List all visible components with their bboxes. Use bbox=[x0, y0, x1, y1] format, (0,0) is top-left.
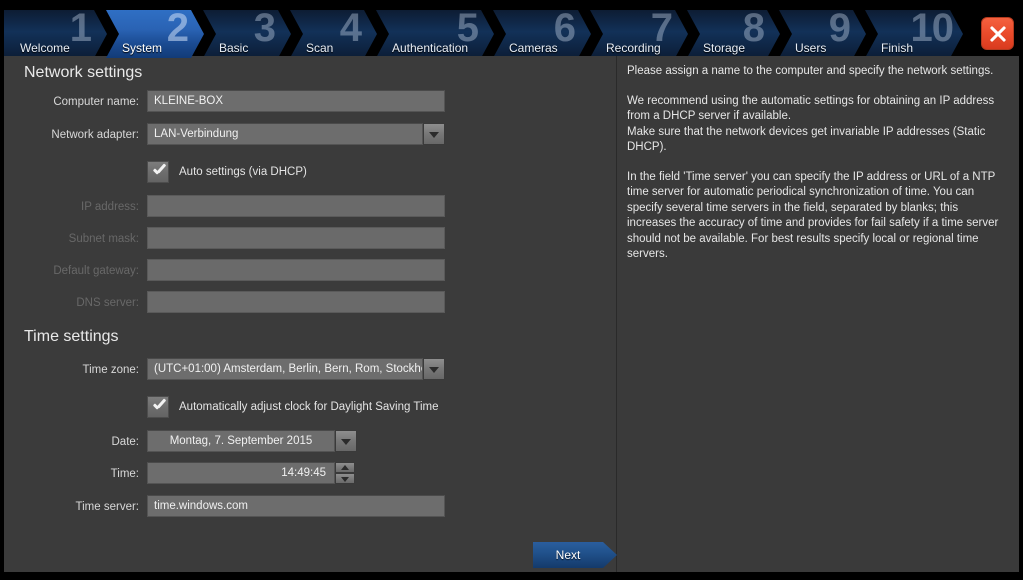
wizard-step-number: 8 bbox=[742, 10, 764, 50]
default-gateway-label: Default gateway: bbox=[53, 265, 139, 277]
subnet-mask-input bbox=[147, 227, 445, 249]
ip-address-label: IP address: bbox=[81, 201, 139, 213]
wizard-step-label: Recording bbox=[606, 41, 661, 55]
computer-name-label: Computer name: bbox=[53, 96, 139, 108]
dns-server-row: DNS server: bbox=[4, 291, 617, 315]
help-pane: Please assign a name to the computer and… bbox=[617, 56, 1019, 572]
wizard-step-scan[interactable]: 4 Scan bbox=[290, 10, 377, 58]
wizard-step-label: System bbox=[122, 41, 163, 55]
help-paragraph: Please assign a name to the computer and… bbox=[627, 65, 994, 77]
computer-name-row: Computer name: KLEINE-BOX bbox=[4, 90, 617, 114]
dst-label: Automatically adjust clock for Daylight … bbox=[179, 401, 439, 413]
dns-server-input bbox=[147, 291, 445, 313]
wizard-step-number: 1 bbox=[69, 10, 91, 50]
settings-pane: Network settings Computer name: KLEINE-B… bbox=[4, 56, 617, 572]
computer-name-input[interactable]: KLEINE-BOX bbox=[147, 90, 445, 112]
setup-wizard-window: 1 Welcome 2 System 3 Basic 4 Scan 5 Authenticatio… bbox=[0, 0, 1023, 580]
wizard-step-label: Welcome bbox=[20, 41, 70, 55]
help-paragraph: We recommend using the automatic setting… bbox=[627, 94, 995, 154]
time-zone-label: Time zone: bbox=[82, 364, 139, 376]
time-server-label: Time server: bbox=[75, 501, 139, 513]
ip-address-input bbox=[147, 195, 445, 217]
date-input[interactable]: Montag, 7. September 2015 bbox=[147, 430, 335, 452]
wizard-step-label: Cameras bbox=[509, 41, 558, 55]
time-label: Time: bbox=[110, 468, 139, 480]
dhcp-checkbox[interactable] bbox=[147, 161, 169, 183]
ip-address-row: IP address: bbox=[4, 195, 617, 219]
wizard-step-label: Scan bbox=[306, 41, 334, 55]
wizard-step-label: Storage bbox=[703, 41, 746, 55]
dst-checkbox[interactable] bbox=[147, 396, 169, 418]
time-server-row: Time server: time.windows.com bbox=[4, 495, 617, 519]
check-icon bbox=[152, 399, 165, 412]
network-adapter-label: Network adapter: bbox=[51, 129, 139, 141]
default-gateway-input bbox=[147, 259, 445, 281]
wizard-step-number: 3 bbox=[253, 10, 275, 50]
dhcp-label: Auto settings (via DHCP) bbox=[179, 166, 307, 178]
wizard-step-welcome[interactable]: 1 Welcome bbox=[4, 10, 107, 58]
help-text: Please assign a name to the computer and… bbox=[627, 64, 1005, 263]
wizard-step-label: Authentication bbox=[392, 41, 469, 55]
wizard-step-bar: 1 Welcome 2 System 3 Basic 4 Scan 5 Authenticatio… bbox=[4, 4, 1019, 58]
next-button-label: Next bbox=[555, 548, 581, 562]
date-row: Date: Montag, 7. September 2015 bbox=[4, 430, 617, 454]
wizard-step-number: 4 bbox=[339, 10, 361, 50]
dns-server-label: DNS server: bbox=[76, 297, 139, 309]
time-stepper[interactable] bbox=[335, 462, 355, 484]
calendar-chevron-down-icon[interactable] bbox=[335, 430, 357, 452]
stepper-down-icon[interactable] bbox=[335, 473, 355, 484]
wizard-step-basic[interactable]: 3 Basic bbox=[203, 10, 291, 58]
time-server-input[interactable]: time.windows.com bbox=[147, 495, 445, 517]
subnet-mask-label: Subnet mask: bbox=[68, 233, 139, 245]
network-adapter-select[interactable]: LAN-Verbindung bbox=[147, 123, 423, 145]
wizard-step-label: Basic bbox=[219, 41, 249, 55]
time-zone-select[interactable]: (UTC+01:00) Amsterdam, Berlin, Bern, Rom… bbox=[147, 358, 423, 380]
default-gateway-row: Default gateway: bbox=[4, 259, 617, 283]
wizard-step-number: 9 bbox=[828, 10, 850, 50]
wizard-step-authentication[interactable]: 5 Authentication bbox=[376, 10, 494, 58]
network-adapter-row: Network adapter: LAN-Verbindung bbox=[4, 123, 617, 147]
close-icon[interactable] bbox=[981, 17, 1014, 50]
date-label: Date: bbox=[111, 436, 140, 448]
wizard-step-storage[interactable]: 8 Storage bbox=[687, 10, 780, 58]
wizard-step-number: 2 bbox=[166, 10, 188, 50]
subnet-mask-row: Subnet mask: bbox=[4, 227, 617, 251]
help-paragraph: In the field 'Time server' you can speci… bbox=[627, 170, 999, 261]
wizard-step-number: 10 bbox=[910, 10, 953, 50]
wizard-step-finish[interactable]: 10 Finish bbox=[865, 10, 963, 58]
stepper-up-icon[interactable] bbox=[335, 462, 355, 473]
next-button[interactable]: Next bbox=[533, 542, 617, 568]
time-settings-heading: Time settings bbox=[24, 328, 119, 345]
wizard-step-users[interactable]: 9 Users bbox=[779, 10, 866, 58]
chevron-down-icon[interactable] bbox=[423, 358, 445, 380]
wizard-steps: 1 Welcome 2 System 3 Basic 4 Scan 5 Authenticatio… bbox=[4, 10, 1019, 58]
wizard-content: Network settings Computer name: KLEINE-B… bbox=[4, 56, 1019, 572]
wizard-step-label: Users bbox=[795, 41, 827, 55]
wizard-step-recording[interactable]: 7 Recording bbox=[590, 10, 688, 58]
wizard-step-system[interactable]: 2 System bbox=[106, 10, 204, 58]
chevron-down-icon[interactable] bbox=[423, 123, 445, 145]
time-input[interactable]: 14:49:45 bbox=[147, 462, 335, 484]
check-icon bbox=[152, 164, 165, 177]
time-zone-row: Time zone: (UTC+01:00) Amsterdam, Berlin… bbox=[4, 358, 617, 382]
wizard-step-label: Finish bbox=[881, 41, 914, 55]
time-row: Time: 14:49:45 bbox=[4, 462, 617, 486]
network-settings-heading: Network settings bbox=[24, 64, 143, 81]
wizard-step-cameras[interactable]: 6 Cameras bbox=[493, 10, 591, 58]
